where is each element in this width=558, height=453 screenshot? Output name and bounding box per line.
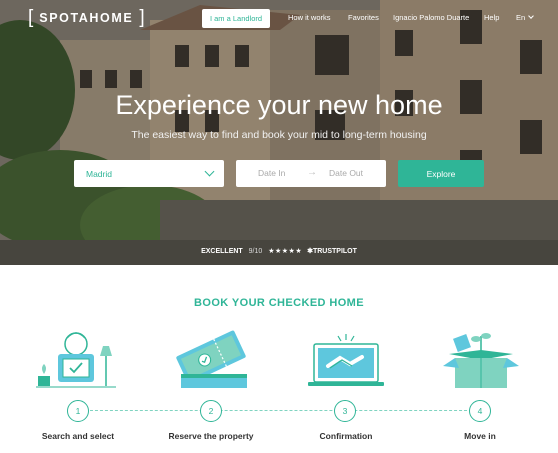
step-label-3: Confirmation: [319, 431, 373, 441]
trustpilot-rating[interactable]: EXCELLENT 9/10 ★★★★★ ✱TRUSTPILOT: [0, 247, 558, 255]
date-out-field[interactable]: Date Out: [329, 168, 363, 178]
nav-how-it-works[interactable]: How it works: [288, 13, 331, 22]
handshake-illustration: [308, 334, 384, 386]
landlord-button[interactable]: I am a Landlord: [202, 9, 270, 28]
chevron-down-icon: [528, 13, 535, 19]
spotahome-logo[interactable]: [ SPOTAHOME ]: [22, 7, 151, 28]
chevron-down-icon: [204, 166, 215, 177]
move-in-box-illustration: [443, 333, 519, 388]
rating-stars: ★★★★★: [268, 248, 303, 255]
hero-subtitle: The easiest way to find and book your mi…: [131, 129, 427, 141]
step-label-1: Search and select: [41, 431, 115, 441]
rating-word: EXCELLENT: [201, 248, 243, 255]
reserve-ticket-illustration: [176, 330, 247, 388]
language-label: En: [516, 13, 526, 22]
explore-button[interactable]: Explore: [398, 160, 484, 187]
trustpilot-name: TRUSTPILOT: [312, 248, 357, 255]
date-in-field[interactable]: Date In: [258, 168, 285, 178]
step-number-3: 3: [334, 400, 356, 422]
nav-help[interactable]: Help: [484, 13, 499, 22]
logo-text: SPOTAHOME: [39, 11, 134, 25]
step-label-2: Reserve the property: [168, 431, 254, 441]
search-select-illustration: [36, 332, 116, 388]
nav-favorites[interactable]: Favorites: [348, 13, 379, 22]
date-range-picker[interactable]: Date In → Date Out: [236, 160, 386, 187]
city-value: Madrid: [86, 168, 112, 179]
trustpilot-logo: ✱TRUSTPILOT: [307, 248, 357, 255]
language-selector[interactable]: En: [516, 13, 535, 22]
arrow-right-icon: →: [307, 167, 317, 178]
step-number-4: 4: [469, 400, 491, 422]
section-title: BOOK YOUR CHECKED HOME: [194, 297, 364, 309]
steps-connector-line: [80, 410, 482, 411]
step-number-1: 1: [67, 400, 89, 422]
step-label-4: Move in: [464, 431, 496, 441]
logo-bracket-left: [: [28, 7, 34, 28]
logo-bracket-right: ]: [139, 7, 145, 28]
hero-title: Experience your new home: [115, 90, 443, 120]
nav-user-name[interactable]: Ignacio Palomo Duarte: [393, 13, 469, 22]
rating-score: 9/10: [248, 248, 263, 255]
step-number-2: 2: [200, 400, 222, 422]
city-select[interactable]: Madrid: [74, 160, 224, 187]
